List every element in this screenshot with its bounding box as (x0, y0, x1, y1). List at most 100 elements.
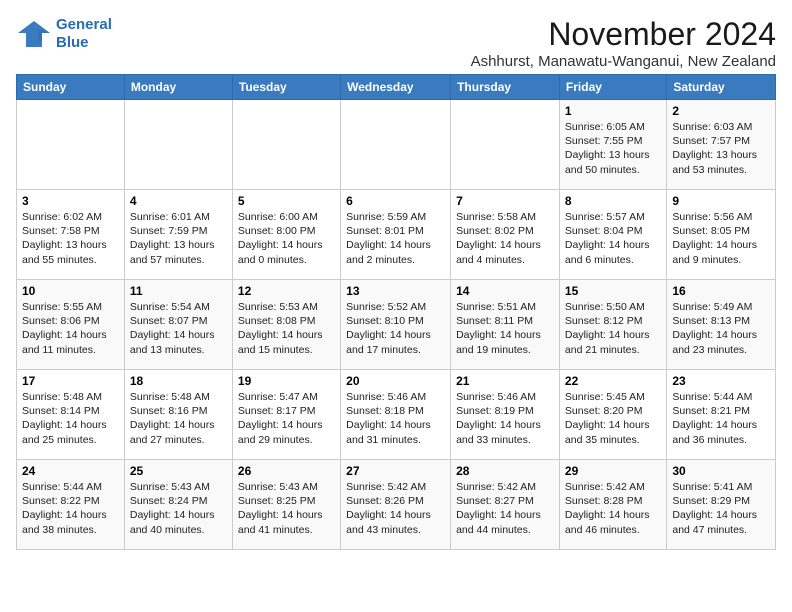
day-number: 2 (672, 104, 770, 118)
calendar-cell: 20 Sunrise: 5:46 AMSunset: 8:18 PMDayligh… (341, 370, 451, 460)
day-number: 4 (130, 194, 227, 208)
day-number: 21 (456, 374, 554, 388)
day-info: Sunrise: 5:42 AMSunset: 8:28 PMDaylight:… (565, 480, 661, 537)
day-info: Sunrise: 6:01 AMSunset: 7:59 PMDaylight:… (130, 210, 227, 267)
calendar-week-5: 24 Sunrise: 5:44 AMSunset: 8:22 PMDayligh… (17, 460, 776, 550)
day-number: 24 (22, 464, 119, 478)
calendar-cell: 4 Sunrise: 6:01 AMSunset: 7:59 PMDaylight… (124, 190, 232, 280)
day-number: 11 (130, 284, 227, 298)
day-number: 18 (130, 374, 227, 388)
calendar-cell: 16 Sunrise: 5:49 AMSunset: 8:13 PMDayligh… (667, 280, 776, 370)
calendar-cell: 10 Sunrise: 5:55 AMSunset: 8:06 PMDayligh… (17, 280, 125, 370)
day-number: 20 (346, 374, 445, 388)
day-info: Sunrise: 5:42 AMSunset: 8:27 PMDaylight:… (456, 480, 554, 537)
calendar-cell: 27 Sunrise: 5:42 AMSunset: 8:26 PMDayligh… (341, 460, 451, 550)
calendar-cell: 19Sunrise: 5:47 AMSunset: 8:17 PMDayligh… (232, 370, 340, 460)
calendar-cell (232, 100, 340, 190)
day-number: 29 (565, 464, 661, 478)
day-number: 9 (672, 194, 770, 208)
calendar-cell: 3 Sunrise: 6:02 AMSunset: 7:58 PMDaylight… (17, 190, 125, 280)
day-info: Sunrise: 6:00 AMSunset: 8:00 PMDaylight:… (238, 210, 335, 267)
header-tuesday: Tuesday (232, 75, 340, 100)
day-info: Sunrise: 5:47 AMSunset: 8:17 PMDaylight:… (238, 390, 335, 447)
day-number: 6 (346, 194, 445, 208)
day-number: 16 (672, 284, 770, 298)
calendar-cell (124, 100, 232, 190)
day-number: 12 (238, 284, 335, 298)
day-info: Sunrise: 5:43 AMSunset: 8:25 PMDaylight:… (238, 480, 335, 537)
calendar-cell (341, 100, 451, 190)
day-number: 13 (346, 284, 445, 298)
calendar-cell: 5 Sunrise: 6:00 AMSunset: 8:00 PMDaylight… (232, 190, 340, 280)
day-number: 22 (565, 374, 661, 388)
day-info: Sunrise: 5:54 AMSunset: 8:07 PMDaylight:… (130, 300, 227, 357)
calendar-cell: 25Sunrise: 5:43 AMSunset: 8:24 PMDayligh… (124, 460, 232, 550)
header-monday: Monday (124, 75, 232, 100)
calendar-cell: 28 Sunrise: 5:42 AMSunset: 8:27 PMDayligh… (451, 460, 560, 550)
calendar-cell (451, 100, 560, 190)
day-number: 15 (565, 284, 661, 298)
day-info: Sunrise: 5:55 AMSunset: 8:06 PMDaylight:… (22, 300, 119, 357)
calendar-cell: 14Sunrise: 5:51 AMSunset: 8:11 PMDayligh… (451, 280, 560, 370)
calendar-cell: 18 Sunrise: 5:48 AMSunset: 8:16 PMDayligh… (124, 370, 232, 460)
day-number: 1 (565, 104, 661, 118)
day-info: Sunrise: 5:53 AMSunset: 8:08 PMDaylight:… (238, 300, 335, 357)
day-number: 10 (22, 284, 119, 298)
day-number: 5 (238, 194, 335, 208)
day-number: 25 (130, 464, 227, 478)
day-info: Sunrise: 5:44 AMSunset: 8:21 PMDaylight:… (672, 390, 770, 447)
calendar-cell: 8Sunrise: 5:57 AMSunset: 8:04 PMDaylight… (559, 190, 666, 280)
day-number: 26 (238, 464, 335, 478)
day-info: Sunrise: 5:41 AMSunset: 8:29 PMDaylight:… (672, 480, 770, 537)
day-number: 7 (456, 194, 554, 208)
day-info: Sunrise: 6:05 AMSunset: 7:55 PMDaylight:… (565, 120, 661, 177)
header-friday: Friday (559, 75, 666, 100)
calendar-cell: 11 Sunrise: 5:54 AMSunset: 8:07 PMDayligh… (124, 280, 232, 370)
calendar-cell: 7Sunrise: 5:58 AMSunset: 8:02 PMDaylight… (451, 190, 560, 280)
day-info: Sunrise: 5:42 AMSunset: 8:26 PMDaylight:… (346, 480, 445, 537)
calendar-week-1: 1 Sunrise: 6:05 AMSunset: 7:55 PMDaylight… (17, 100, 776, 190)
calendar-cell: 2 Sunrise: 6:03 AMSunset: 7:57 PMDaylight… (667, 100, 776, 190)
day-number: 3 (22, 194, 119, 208)
header-thursday: Thursday (451, 75, 560, 100)
calendar-cell: 9 Sunrise: 5:56 AMSunset: 8:05 PMDaylight… (667, 190, 776, 280)
day-info: Sunrise: 5:49 AMSunset: 8:13 PMDaylight:… (672, 300, 770, 357)
header-saturday: Saturday (667, 75, 776, 100)
calendar-cell: 24 Sunrise: 5:44 AMSunset: 8:22 PMDayligh… (17, 460, 125, 550)
calendar-cell: 29 Sunrise: 5:42 AMSunset: 8:28 PMDayligh… (559, 460, 666, 550)
calendar-cell: 6 Sunrise: 5:59 AMSunset: 8:01 PMDaylight… (341, 190, 451, 280)
day-info: Sunrise: 5:56 AMSunset: 8:05 PMDaylight:… (672, 210, 770, 267)
calendar-cell: 13 Sunrise: 5:52 AMSunset: 8:10 PMDayligh… (341, 280, 451, 370)
logo-icon (16, 19, 52, 49)
header-row: Sunday Monday Tuesday Wednesday Thursday… (17, 75, 776, 100)
day-info: Sunrise: 5:48 AMSunset: 8:16 PMDaylight:… (130, 390, 227, 447)
calendar-cell: 22 Sunrise: 5:45 AMSunset: 8:20 PMDayligh… (559, 370, 666, 460)
day-number: 30 (672, 464, 770, 478)
calendar-week-2: 3 Sunrise: 6:02 AMSunset: 7:58 PMDaylight… (17, 190, 776, 280)
header-sunday: Sunday (17, 75, 125, 100)
day-info: Sunrise: 5:52 AMSunset: 8:10 PMDaylight:… (346, 300, 445, 357)
day-number: 23 (672, 374, 770, 388)
calendar-week-3: 10 Sunrise: 5:55 AMSunset: 8:06 PMDayligh… (17, 280, 776, 370)
day-info: Sunrise: 5:44 AMSunset: 8:22 PMDaylight:… (22, 480, 119, 537)
calendar-cell: 21 Sunrise: 5:46 AMSunset: 8:19 PMDayligh… (451, 370, 560, 460)
calendar-cell: 12 Sunrise: 5:53 AMSunset: 8:08 PMDayligh… (232, 280, 340, 370)
day-info: Sunrise: 5:45 AMSunset: 8:20 PMDaylight:… (565, 390, 661, 447)
day-info: Sunrise: 5:59 AMSunset: 8:01 PMDaylight:… (346, 210, 445, 267)
page-wrapper: General Blue November 2024 Ashhurst, Man… (16, 16, 776, 550)
day-number: 17 (22, 374, 119, 388)
day-number: 27 (346, 464, 445, 478)
header: General Blue November 2024 Ashhurst, Man… (16, 16, 776, 70)
calendar-table: Sunday Monday Tuesday Wednesday Thursday… (16, 74, 776, 550)
calendar-cell: 15Sunrise: 5:50 AMSunset: 8:12 PMDayligh… (559, 280, 666, 370)
logo: General Blue (16, 16, 112, 52)
day-info: Sunrise: 5:46 AMSunset: 8:18 PMDaylight:… (346, 390, 445, 447)
calendar-cell: 30 Sunrise: 5:41 AMSunset: 8:29 PMDayligh… (667, 460, 776, 550)
day-number: 28 (456, 464, 554, 478)
day-number: 8 (565, 194, 661, 208)
calendar-header: Sunday Monday Tuesday Wednesday Thursday… (17, 75, 776, 100)
day-info: Sunrise: 5:46 AMSunset: 8:19 PMDaylight:… (456, 390, 554, 447)
header-wednesday: Wednesday (341, 75, 451, 100)
day-info: Sunrise: 6:02 AMSunset: 7:58 PMDaylight:… (22, 210, 119, 267)
day-info: Sunrise: 6:03 AMSunset: 7:57 PMDaylight:… (672, 120, 770, 177)
